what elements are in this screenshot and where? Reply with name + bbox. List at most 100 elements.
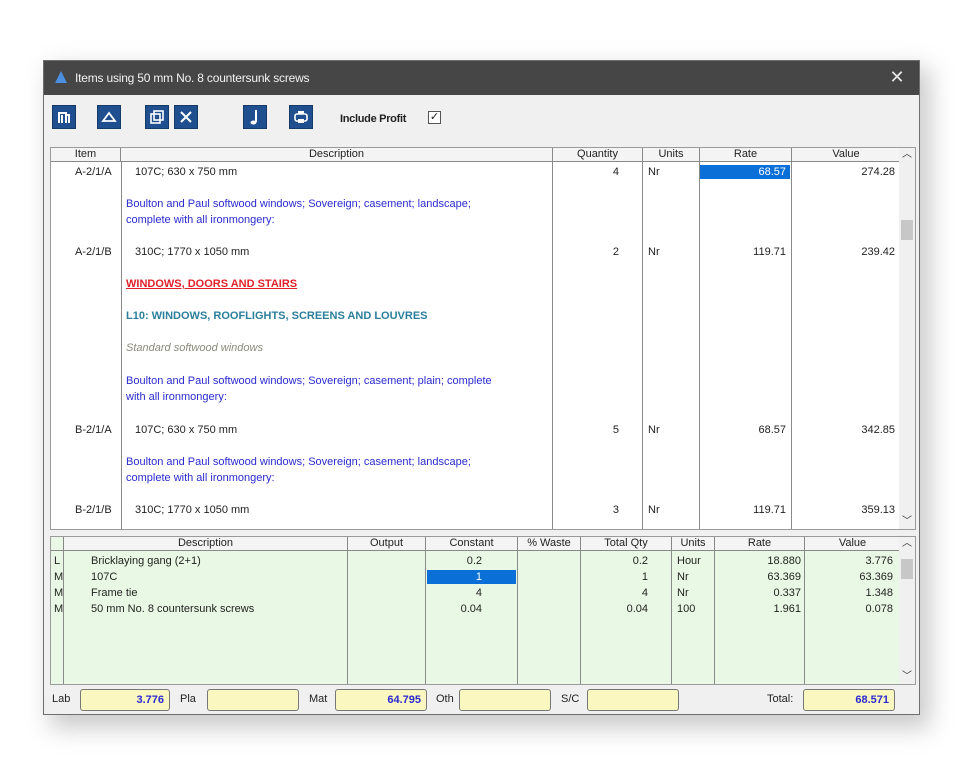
pla-total-field: [207, 689, 299, 711]
res-value: 3.776: [865, 555, 893, 567]
row-description[interactable]: 107C; 630 x 750 mm: [135, 423, 237, 437]
res-description[interactable]: Bricklaying gang (2+1): [91, 554, 201, 568]
res-constant[interactable]: 0.2: [426, 554, 482, 568]
row-rate[interactable]: 68.57: [700, 423, 786, 437]
row-value[interactable]: 239.42: [792, 245, 895, 259]
row-units[interactable]: Nr: [648, 245, 660, 259]
res-constant[interactable]: 1: [426, 570, 482, 584]
oth-total-field: [459, 689, 551, 711]
scissors-icon[interactable]: [174, 105, 198, 129]
row-description-heading-cont[interactable]: with all ironmongery:: [126, 390, 227, 404]
row-units[interactable]: Nr: [648, 503, 660, 517]
row-description-heading-cont[interactable]: complete with all ironmongery:: [126, 471, 275, 485]
mat-label: Mat: [309, 693, 328, 705]
row-item-code[interactable]: B-2/1/B: [75, 503, 112, 517]
col-header-output[interactable]: Output: [348, 537, 426, 551]
include-profit-label: Include Profit: [340, 113, 407, 125]
col-header-item[interactable]: Item: [51, 148, 121, 162]
chevron-down-icon[interactable]: ﹀: [899, 515, 915, 529]
row-rate[interactable]: 119.71: [700, 503, 786, 517]
row-value[interactable]: 359.13: [792, 503, 895, 517]
res-units[interactable]: Nr: [677, 586, 689, 600]
items-scrollbar[interactable]: ︿ ﹀: [899, 148, 915, 529]
copy-icon[interactable]: [145, 105, 169, 129]
title-bar[interactable]: Items using 50 mm No. 8 countersunk scre…: [44, 61, 919, 95]
lab-label: Lab: [52, 693, 71, 705]
pla-label: Pla: [180, 693, 196, 705]
res-rate[interactable]: 63.369: [715, 570, 801, 584]
column-icon[interactable]: [52, 105, 76, 129]
row-quantity[interactable]: 2: [553, 245, 619, 259]
row-quantity[interactable]: 3: [553, 503, 619, 517]
res-units[interactable]: 100: [677, 602, 695, 616]
grand-total-field: 68.571: [803, 689, 895, 711]
printer-icon[interactable]: [289, 105, 313, 129]
section-heading[interactable]: WINDOWS, DOORS AND STAIRS: [126, 277, 297, 291]
row-units[interactable]: Nr: [648, 165, 660, 179]
music-note-icon[interactable]: [243, 105, 267, 129]
scroll-thumb[interactable]: [901, 559, 913, 579]
row-item-code[interactable]: A-2/1/A: [75, 165, 112, 179]
row-rate[interactable]: 119.71: [700, 245, 786, 259]
row-description-heading[interactable]: Boulton and Paul softwood windows; Sover…: [126, 374, 492, 388]
res-value: 63.369: [859, 571, 893, 583]
row-quantity[interactable]: 5: [553, 423, 619, 437]
subsection-heading[interactable]: L10: WINDOWS, ROOFLIGHTS, SCREENS AND LO…: [126, 309, 428, 323]
scroll-thumb[interactable]: [901, 220, 913, 240]
col-header-description[interactable]: Description: [121, 148, 553, 162]
col-header-quantity[interactable]: Quantity: [553, 148, 643, 162]
row-description-heading[interactable]: Boulton and Paul softwood windows; Sover…: [126, 455, 471, 469]
res-units[interactable]: Nr: [677, 570, 689, 584]
col-header-value[interactable]: Value: [792, 148, 901, 162]
res-description[interactable]: 50 mm No. 8 countersunk screws: [91, 602, 254, 616]
col-header-total-qty[interactable]: Total Qty: [581, 537, 672, 551]
row-description-heading[interactable]: Boulton and Paul softwood windows; Sover…: [126, 197, 471, 211]
col-header-waste[interactable]: % Waste: [518, 537, 581, 551]
group-heading[interactable]: Standard softwood windows: [126, 341, 263, 355]
chevron-up-icon[interactable]: ︿: [899, 537, 915, 551]
res-description[interactable]: 107C: [91, 570, 117, 584]
row-description[interactable]: 310C; 1770 x 1050 mm: [135, 503, 249, 517]
row-description-heading-cont[interactable]: complete with all ironmongery:: [126, 213, 275, 227]
col-header-rate[interactable]: Rate: [700, 148, 792, 162]
row-item-code[interactable]: B-2/1/A: [75, 423, 112, 437]
sc-total-field: [587, 689, 679, 711]
row-quantity[interactable]: 4: [553, 165, 619, 179]
col-header-units[interactable]: Units: [643, 148, 700, 162]
col-header-res-description[interactable]: Description: [64, 537, 348, 551]
res-rate[interactable]: 0.337: [715, 586, 801, 600]
row-rate[interactable]: 68.57: [700, 165, 786, 179]
row-value[interactable]: 342.85: [792, 423, 895, 437]
res-constant[interactable]: 4: [426, 586, 482, 600]
res-rate[interactable]: 18.880: [715, 554, 801, 568]
eraser-icon[interactable]: [97, 105, 121, 129]
res-constant[interactable]: 0.04: [426, 602, 482, 616]
res-type: L: [54, 555, 61, 567]
col-header-constant[interactable]: Constant: [426, 537, 518, 551]
resources-grid: Description Output Constant % Waste Tota…: [50, 536, 916, 685]
res-value: 0.078: [865, 603, 893, 615]
res-units[interactable]: Hour: [677, 554, 701, 568]
row-value[interactable]: 274.28: [792, 165, 895, 179]
col-header-res-value[interactable]: Value: [805, 537, 901, 551]
sc-label: S/C: [561, 693, 580, 705]
res-rate[interactable]: 1.961: [715, 602, 801, 616]
toolbar: Include Profit ✓: [44, 95, 919, 141]
row-item-code[interactable]: A-2/1/B: [75, 245, 112, 259]
window-title: Items using 50 mm No. 8 countersunk scre…: [75, 71, 310, 85]
include-profit-checkbox[interactable]: ✓: [428, 111, 441, 124]
res-total-qty: 4: [641, 587, 648, 599]
close-icon[interactable]: ✕: [885, 66, 909, 90]
chevron-down-icon[interactable]: ﹀: [899, 670, 915, 684]
oth-label: Oth: [436, 693, 454, 705]
row-units[interactable]: Nr: [648, 423, 660, 437]
col-header-res-rate[interactable]: Rate: [715, 537, 805, 551]
res-type: M: [54, 603, 64, 615]
col-header-res-units[interactable]: Units: [672, 537, 715, 551]
res-description[interactable]: Frame tie: [91, 586, 137, 600]
chevron-up-icon[interactable]: ︿: [899, 148, 915, 162]
row-description[interactable]: 107C; 630 x 750 mm: [135, 165, 237, 179]
resources-scrollbar[interactable]: ︿ ﹀: [899, 537, 915, 684]
row-description[interactable]: 310C; 1770 x 1050 mm: [135, 245, 249, 259]
lab-total-field: 3.776: [80, 689, 170, 711]
